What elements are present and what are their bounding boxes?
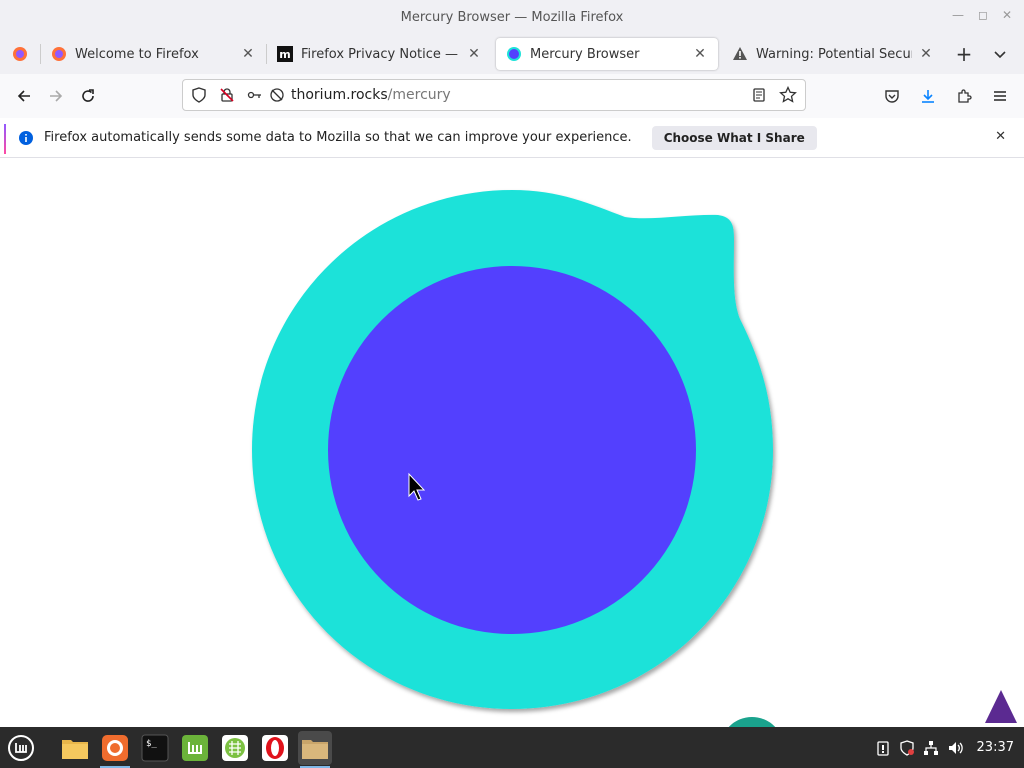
download-icon [922,90,934,103]
mozilla-m-icon: m [277,46,293,62]
choose-what-i-share-button[interactable]: Choose What I Share [651,125,817,150]
warning-icon [732,46,748,62]
info-icon [19,130,33,145]
taskbar-firefox[interactable] [98,731,132,768]
taskbar-terminal[interactable]: $_ [138,731,172,765]
new-tab-button[interactable]: + [948,38,980,70]
url-host: thorium.rocks [291,87,388,103]
notification-text: Firefox automatically sends some data to… [44,130,632,145]
tab-close-icon[interactable]: ✕ [240,46,256,62]
shield-update-icon[interactable] [899,739,915,756]
tab-privacy-notice[interactable]: m Firefox Privacy Notice — M ✕ [267,38,492,70]
clock[interactable]: 23:37 [977,740,1014,755]
back-button[interactable] [8,80,40,112]
firefox-icon [51,46,67,62]
files-icon [62,739,88,759]
navigation-bar: thorium.rocks/mercury [0,74,1024,118]
svg-text:m: m [279,48,290,61]
plus-icon: + [955,42,973,66]
arrow-left-icon [17,90,30,102]
archive-icon [302,739,328,759]
tracking-blocked-icon[interactable] [269,87,285,103]
tab-welcome[interactable]: Welcome to Firefox ✕ [41,38,266,70]
notification-accent [4,124,6,154]
opera-icon [262,734,288,761]
pocket-icon [885,90,899,103]
notification-close-icon[interactable]: ✕ [995,129,1006,144]
tab-close-icon[interactable]: ✕ [692,46,708,62]
toolbar-right [876,80,1016,112]
mercury-icon [506,46,522,62]
hamburger-menu-icon [994,91,1006,101]
tab-close-icon[interactable]: ✕ [466,46,482,62]
mercury-logo-graphic [252,190,1017,727]
shield-icon[interactable] [191,87,207,103]
taskbar-files[interactable] [58,731,92,765]
linux-mint-menu-icon [8,734,34,761]
data-reporting-notification: Firefox automatically sends some data to… [0,118,1024,158]
downloads-button[interactable] [912,80,944,112]
permissions-icon[interactable] [247,87,263,103]
url-bar[interactable]: thorium.rocks/mercury [182,79,806,111]
chevron-down-icon [994,51,1006,59]
page-content [0,159,1024,727]
tab-bar: Welcome to Firefox ✕ m Firefox Privacy N… [0,34,1024,74]
network-icon[interactable] [923,740,939,756]
tab-label: Warning: Potential Security [756,46,912,62]
tab-close-icon[interactable]: ✕ [918,46,934,62]
firefox-icon [102,734,128,761]
url-path: /mercury [387,87,451,103]
list-all-tabs-button[interactable] [984,38,1016,70]
maximize-button[interactable]: ◻ [978,8,988,22]
insecure-lock-icon[interactable] [219,87,235,103]
taskbar-opera[interactable] [258,731,292,765]
minimize-button[interactable]: — [952,8,964,22]
taskbar-spreadsheet[interactable] [218,731,252,765]
spreadsheet-icon [222,734,248,761]
taskbar-archive[interactable] [298,730,332,768]
pocket-button[interactable] [876,80,908,112]
extensions-button[interactable] [948,80,980,112]
back-to-top-triangle[interactable] [985,690,1017,723]
arrow-right-icon [50,90,63,102]
tab-label: Mercury Browser [530,46,640,62]
taskbar-mintupdate[interactable] [178,731,212,765]
volume-icon[interactable] [947,740,965,756]
partial-teal-circle [728,717,776,727]
forward-button[interactable] [40,80,72,112]
tab-security-warning[interactable]: Warning: Potential Security ✕ [722,38,944,70]
window-controls: — ◻ ✕ [952,8,1012,22]
terminal-icon: $_ [141,734,169,761]
start-menu-button[interactable] [4,731,38,765]
firefox-icon [13,47,27,61]
firefox-view-button[interactable] [0,38,40,70]
svg-text:$_: $_ [146,739,157,749]
taskbar: $_ 23:37 [0,727,1024,768]
window-title: Mercury Browser — Mozilla Firefox [400,9,624,25]
url-text[interactable]: thorium.rocks/mercury [291,87,451,103]
tab-mercury[interactable]: Mercury Browser ✕ [496,38,718,70]
window-titlebar: Mercury Browser — Mozilla Firefox — ◻ ✕ [0,0,1024,34]
app-menu-button[interactable] [984,80,1016,112]
reload-icon [82,89,94,102]
tab-label: Firefox Privacy Notice — M [301,46,460,62]
close-window-button[interactable]: ✕ [1002,8,1012,22]
tab-label: Welcome to Firefox [75,46,199,62]
reader-view-icon[interactable] [751,87,767,103]
clipboard-icon[interactable] [875,740,891,756]
puzzle-icon [958,89,972,103]
mercury-logo-inner [328,266,696,634]
system-tray: 23:37 [875,727,1014,768]
bookmark-star-icon[interactable] [779,86,797,104]
reload-button[interactable] [72,80,104,112]
mintupdate-icon [182,734,208,761]
